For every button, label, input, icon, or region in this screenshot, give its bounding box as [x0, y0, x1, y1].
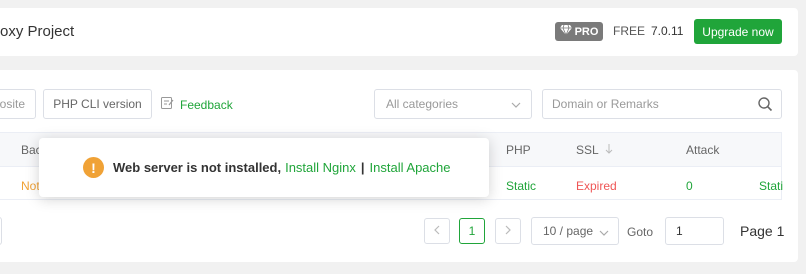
pro-badge: PRO	[555, 22, 603, 41]
search-icon[interactable]	[757, 96, 773, 115]
page-indicator: Page 1	[740, 223, 785, 239]
search-input[interactable]: Domain or Remarks	[542, 89, 782, 119]
toast-message: Web server is not installed,	[113, 160, 282, 175]
goto-page-input[interactable]	[665, 217, 724, 245]
php-cli-version-button[interactable]: PHP CLI version	[43, 89, 152, 119]
chevron-right-icon	[504, 224, 512, 238]
batch-select[interactable]	[0, 217, 2, 245]
version-number: 7.0.11	[651, 24, 684, 38]
column-attack[interactable]: Attack	[686, 143, 719, 157]
edit-note-icon	[160, 96, 174, 113]
warning-toast: ! Web server is not installed, Install N…	[39, 138, 489, 197]
page-title: oxy Project	[0, 23, 75, 40]
page-size-value: 10 / page	[543, 224, 594, 238]
warning-icon: !	[83, 157, 104, 178]
install-apache-link[interactable]: Install Apache	[370, 160, 451, 175]
diamond-icon	[559, 24, 572, 38]
category-select[interactable]: All categories	[374, 89, 532, 119]
chevron-down-icon	[599, 227, 609, 241]
feedback-link[interactable]: Feedback	[160, 96, 233, 113]
add-site-button[interactable]: osite	[0, 89, 36, 119]
column-ssl[interactable]: SSL	[576, 143, 613, 157]
free-label: FREE	[613, 24, 646, 38]
attack-count-cell[interactable]: 0	[686, 179, 693, 193]
column-php[interactable]: PHP	[506, 143, 531, 157]
upgrade-now-button[interactable]: Upgrade now	[694, 19, 782, 44]
pro-label: PRO	[574, 25, 599, 38]
next-page-button[interactable]	[495, 218, 521, 244]
header-card: oxy Project PRO FREE 7.0.11 Upgrade now	[0, 8, 798, 56]
sort-arrow-icon[interactable]	[605, 143, 613, 157]
column-ssl-label: SSL	[576, 143, 599, 157]
backup-status[interactable]: Not	[21, 179, 40, 193]
install-nginx-link[interactable]: Install Nginx	[285, 160, 356, 175]
feedback-label: Feedback	[180, 97, 233, 112]
page-size-select[interactable]: 10 / page	[531, 217, 619, 245]
chevron-left-icon	[433, 224, 441, 238]
category-select-value: All categories	[386, 97, 459, 111]
goto-label: Goto	[627, 225, 654, 239]
toast-separator: |	[360, 160, 365, 175]
page-number-current[interactable]: 1	[459, 218, 485, 244]
ssl-status-cell[interactable]: Expired	[576, 179, 617, 193]
php-version-cell[interactable]: Static	[506, 179, 536, 193]
search-placeholder: Domain or Remarks	[552, 97, 659, 111]
status-cell[interactable]: Stati	[759, 179, 783, 193]
prev-page-button[interactable]	[424, 218, 450, 244]
chevron-down-icon	[511, 99, 521, 113]
